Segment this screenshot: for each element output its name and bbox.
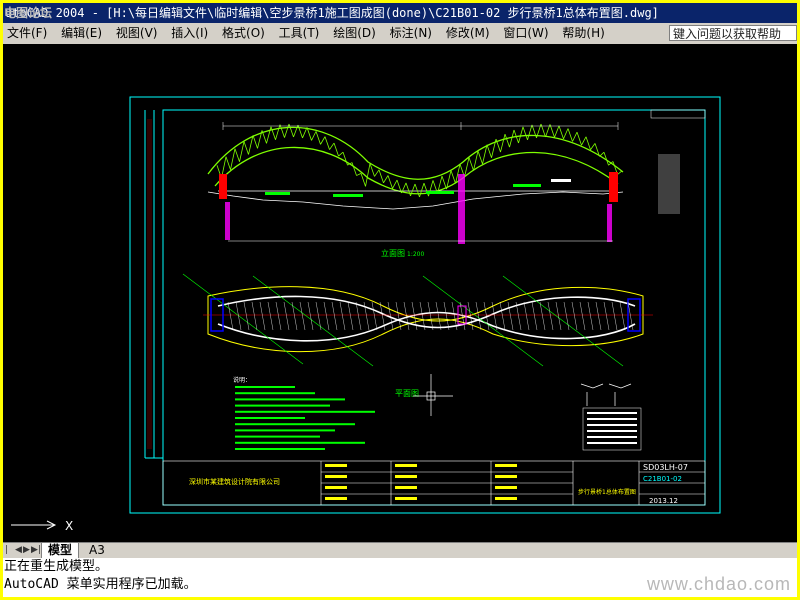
drawing-canvas[interactable]: 立面图 1:200 平面图 说明： 深圳市某建筑设计院有限公司 步行景桥1总体布… [3,44,797,542]
elevation-piers [219,172,618,244]
layout-tabs: |◀ ◀ ▶ ▶| 模型 A3 [3,542,797,567]
cursor-crosshair [413,374,453,416]
elevation-title: 立面图 [381,248,405,258]
tab-first-icon[interactable]: |◀ [5,544,13,567]
title-block-fields [325,464,517,500]
menu-format[interactable]: 格式(O) [218,23,269,44]
elevation-scale: 1:200 [407,251,424,258]
left-strip-text [147,119,152,449]
menu-insert[interactable]: 插入(I) [167,23,212,44]
sheet-corner-block [650,109,706,119]
plan-hatch [227,301,634,331]
section-details [580,383,642,451]
menu-view[interactable]: 视图(V) [112,23,162,44]
menu-file[interactable]: 文件(F) [3,23,51,44]
menu-window[interactable]: 窗口(W) [499,23,552,44]
title-bar[interactable]: utoCAD 2004 - [H:\每日编辑文件\临时编辑\空步景桥1施工图成图… [3,3,797,23]
menu-draw[interactable]: 绘图(D) [329,23,380,44]
menu-help[interactable]: 帮助(H) [558,23,608,44]
notes-lines [235,386,375,450]
watermark-top-left: 电图论坛 [4,6,53,20]
menu-modify[interactable]: 修改(M) [442,23,494,44]
company-name: 深圳市某建筑设计院有限公司 [189,477,280,486]
section-table-rows [587,412,637,444]
ucs-x-label: X [65,519,73,533]
help-search-input[interactable]: 键入问题以获取帮助 [669,25,797,41]
tab-last-icon[interactable]: ▶| [31,544,41,556]
tab-model[interactable]: 模型 [41,543,80,559]
plan-title: 平面图 [395,389,419,398]
sheet-code: SD03LH-07 [643,463,688,472]
menu-dimension[interactable]: 标注(N) [386,23,436,44]
menu-edit[interactable]: 编辑(E) [57,23,106,44]
menu-tools[interactable]: 工具(T) [275,23,324,44]
tab-layout-a3[interactable]: A3 [83,543,111,558]
bridge-plan-view [182,273,653,367]
drawing-date: 2013.12 [649,497,678,505]
watermark-bottom-right: www.chdao.com [646,574,791,594]
drawing-title: 步行景桥1总体布置图 [578,488,636,496]
sheet-inner-frame [162,109,706,506]
drawing-number: C21B01-02 [643,475,682,483]
truss-web-members [216,123,623,198]
file-path: [H:\每日编辑文件\临时编辑\空步景桥1施工图成图(done)\C21B01-… [106,6,659,20]
notes-title: 说明： [233,376,251,384]
ucs-icon [11,520,57,530]
tab-prev-icon[interactable]: ◀ [15,544,23,556]
tab-next-icon[interactable]: ▶ [23,544,31,556]
bridge-truss-elevation [207,126,624,195]
command-line[interactable]: 正在重生成模型。 AutoCAD 菜单实用程序已加载。 www.chdao.co… [3,558,797,597]
